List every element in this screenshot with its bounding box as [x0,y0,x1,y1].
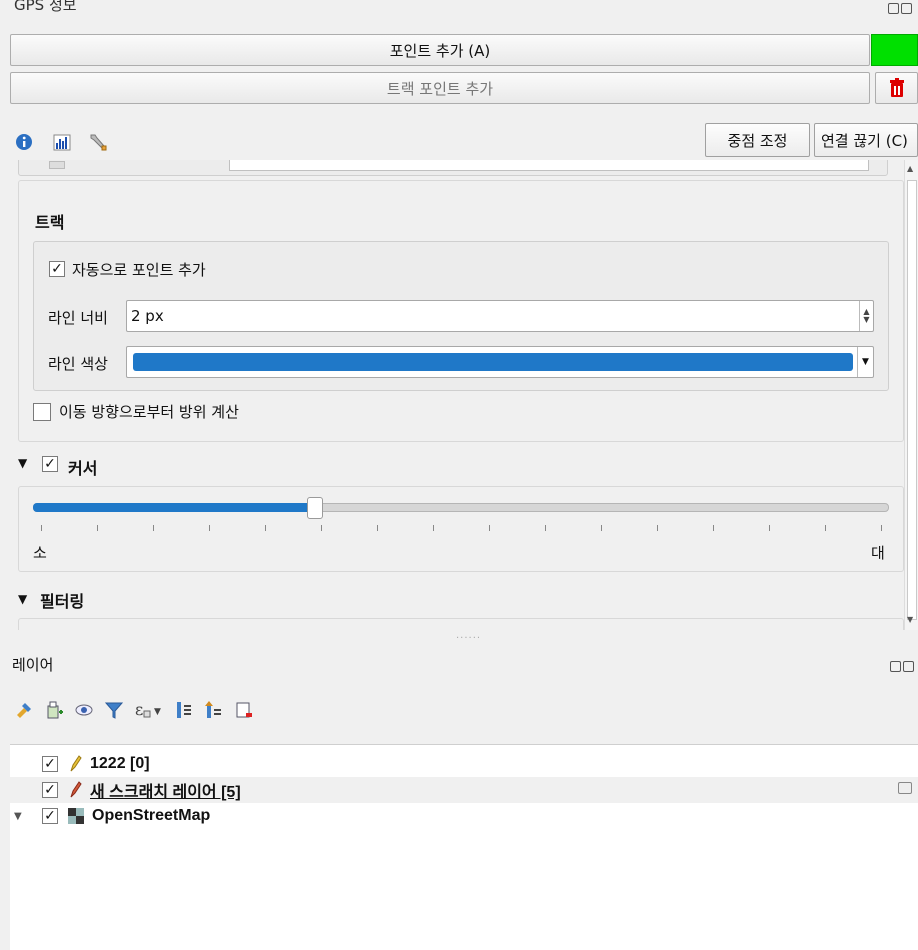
add-track-point-button[interactable]: 트랙 포인트 추가 [10,72,870,104]
gps-status-indicator [871,34,918,66]
track-section-title: 트랙 [35,213,65,232]
layers-panel-title: 레이어 [12,656,54,674]
cursor-enable-checkbox[interactable]: ✓ [42,456,58,472]
layer-name: 1222 [0] [90,755,150,772]
panel-float-buttons[interactable] [886,0,914,14]
close-icon[interactable] [901,3,912,14]
disconnect-button[interactable]: 연결 끊기 (C) [814,123,918,157]
spin-down-icon[interactable]: ▼ [863,316,869,324]
collapse-triangle-icon[interactable]: ▼ [18,592,27,606]
style-brush-icon[interactable] [14,700,34,720]
layer-visibility-checkbox[interactable]: ✓ [42,756,58,772]
panel-splitter[interactable]: ...... [456,630,481,641]
cursor-min-label: 소 [33,544,47,562]
track-panel: 트랙 ✓ 자동으로 포인트 추가 라인 너비 2 px ▲ ▼ 라인 색상 ▼ 이… [18,180,904,442]
slider-tick [881,525,882,531]
slider-tick [825,525,826,531]
gps-panel-title: GPS 정보 [14,0,77,14]
reset-track-button[interactable] [875,72,918,104]
slider-tick [321,525,322,531]
close-icon[interactable] [903,661,914,672]
slider-tick [769,525,770,531]
trash-icon [889,78,904,97]
slider-tick [209,525,210,531]
pencil-icon [70,755,82,772]
remove-layer-icon[interactable] [234,700,254,720]
expand-all-icon[interactable] [174,700,194,720]
cursor-section-title: 커서 [68,459,98,478]
bearing-from-movement-label: 이동 방향으로부터 방위 계산 [59,403,239,421]
wrench-icon[interactable] [88,132,108,152]
cursor-size-slider-handle[interactable] [307,497,324,519]
scroll-up-icon[interactable]: ▲ [907,164,913,173]
layer-row[interactable]: ▼ ✓ OpenStreetMap [10,803,918,829]
layer-name: 새 스크래치 레이어 [5] [90,784,241,801]
float-icon[interactable] [888,3,899,14]
add-group-icon[interactable] [44,700,64,720]
slider-tick [489,525,490,531]
svg-text:ε: ε [135,700,143,719]
slider-tick [97,525,98,531]
slider-tick [433,525,434,531]
layer-visibility-checkbox[interactable]: ✓ [42,808,58,824]
slider-ticks [41,525,882,533]
previous-settings-group [18,160,888,176]
filtering-panel [18,618,904,630]
cursor-size-slider-fill [33,503,316,512]
previous-checkbox[interactable] [49,161,65,169]
info-icon[interactable] [14,132,34,152]
layers-tree: ✓ 1222 [0] ✓ 새 스크래치 레이어 [5] ▼ ✓ OpenStre… [10,744,918,950]
collapse-all-icon[interactable] [204,700,224,720]
layer-name: OpenStreetMap [92,807,211,824]
layer-visibility-checkbox[interactable]: ✓ [42,782,58,798]
slider-tick [265,525,266,531]
float-icon[interactable] [890,661,901,672]
line-color-label: 라인 색상 [48,355,108,373]
svg-text:▼: ▼ [154,707,161,717]
auto-add-points-checkbox[interactable]: ✓ [49,261,65,277]
gps-settings-scroll-area: 트랙 ✓ 자동으로 포인트 추가 라인 너비 2 px ▲ ▼ 라인 색상 ▼ 이… [0,160,904,630]
line-width-spinner[interactable]: ▲ ▼ [859,301,873,331]
filtering-section-title: 필터링 [40,592,85,611]
slider-tick [657,525,658,531]
cursor-panel: 소 대 [18,486,904,572]
line-color-button[interactable]: ▼ [126,346,874,378]
slider-tick [153,525,154,531]
scroll-down-icon[interactable]: ▼ [907,615,913,624]
slider-tick [377,525,378,531]
settings-scrollbar[interactable]: ▲ ▼ [904,160,918,630]
line-width-input[interactable]: 2 px ▲ ▼ [126,300,874,332]
slider-tick [41,525,42,531]
filter-icon[interactable] [104,700,124,720]
bearing-from-movement-checkbox[interactable] [33,403,51,421]
slider-tick [713,525,714,531]
eye-visibility-icon[interactable] [74,700,94,720]
recenter-button[interactable]: 중점 조정 [705,123,810,157]
previous-dropdown[interactable] [229,160,869,171]
auto-add-points-label: 자동으로 포인트 추가 [72,261,206,279]
chevron-down-icon[interactable]: ▼ [857,347,873,377]
line-color-swatch [133,353,853,371]
scroll-thumb[interactable] [907,180,917,620]
editing-indicator-icon[interactable] [898,782,912,794]
signal-chart-icon[interactable] [52,132,72,152]
expression-filter-icon[interactable]: ε ▼ [134,700,164,720]
layers-float-buttons[interactable] [888,658,916,672]
layer-row[interactable]: ✓ 새 스크래치 레이어 [5] [10,777,918,803]
slider-tick [545,525,546,531]
pencil-icon [70,781,82,798]
line-width-label: 라인 너비 [48,309,108,327]
layers-toolbar: ε ▼ [14,700,254,720]
raster-tile-icon [68,808,84,824]
add-point-button[interactable]: 포인트 추가 (A) [10,34,870,66]
cursor-max-label: 대 [871,544,885,562]
line-width-value: 2 px [131,307,164,325]
layer-expand-icon[interactable]: ▼ [10,811,28,822]
track-settings-group: ✓ 자동으로 포인트 추가 라인 너비 2 px ▲ ▼ 라인 색상 ▼ [33,241,889,391]
layer-row[interactable]: ✓ 1222 [0] [10,751,918,777]
slider-tick [601,525,602,531]
collapse-triangle-icon[interactable]: ▼ [18,456,27,470]
